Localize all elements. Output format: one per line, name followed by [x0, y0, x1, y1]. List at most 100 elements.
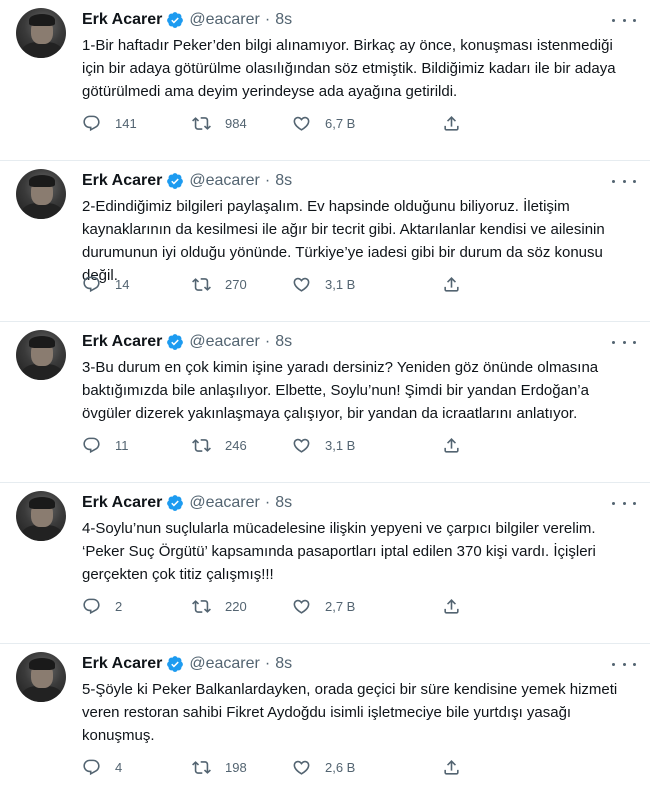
verified-badge-icon [166, 11, 184, 29]
like-button[interactable]: 2,6 B [292, 756, 355, 778]
share-icon [444, 759, 459, 775]
share-icon [444, 276, 459, 292]
reply-count: 14 [115, 276, 130, 292]
retweet-count: 198 [225, 759, 247, 775]
verified-badge-icon [166, 172, 184, 190]
verified-badge-icon [166, 655, 184, 673]
tweet-text: 5-Şöyle ki Peker Balkanlardayken, orada … [82, 681, 618, 744]
author-handle[interactable]: @eacarer [189, 654, 260, 674]
reply-icon [83, 759, 100, 775]
like-button[interactable]: 2,7 B [292, 595, 355, 617]
tweet-actions: 11 246 3,1 B [82, 434, 562, 456]
reply-count: 11 [115, 437, 129, 453]
tweet-text: 3-Bu durum en çok kimin işine yaradı der… [82, 359, 599, 422]
timestamp[interactable]: 8s [275, 10, 292, 30]
retweet-icon [192, 599, 211, 613]
reply-count: 4 [115, 759, 123, 775]
author-handle[interactable]: @eacarer [189, 332, 260, 352]
share-icon [444, 598, 459, 614]
like-button[interactable]: 3,1 B [292, 434, 355, 456]
avatar[interactable] [16, 8, 66, 58]
timestamp[interactable]: 8s [275, 171, 292, 191]
author-name[interactable]: Erk Acarer [82, 171, 162, 191]
tweet[interactable]: Erk Acarer @eacarer · 8s 4-Soylu’nun suç… [0, 483, 650, 644]
reply-count: 2 [115, 598, 123, 614]
separator-dot: · [264, 333, 271, 350]
reply-button[interactable]: 4 [82, 756, 122, 778]
retweet-button[interactable]: 270 [192, 273, 247, 295]
timestamp[interactable]: 8s [275, 493, 292, 513]
tweet-thread: Erk Acarer @eacarer · 8s 1-Bir haftadır … [0, 0, 650, 799]
verified-badge-icon [166, 494, 184, 512]
author-name[interactable]: Erk Acarer [82, 10, 162, 30]
author-name[interactable]: Erk Acarer [82, 654, 162, 674]
retweet-count: 220 [225, 598, 247, 614]
reply-button[interactable]: 2 [82, 595, 122, 617]
avatar[interactable] [16, 491, 66, 541]
retweet-count: 270 [225, 276, 247, 292]
share-button[interactable] [442, 112, 461, 134]
tweet[interactable]: Erk Acarer @eacarer · 8s 2-Edindiğimiz b… [0, 161, 650, 322]
tweet-actions: 2 220 2,7 B [82, 595, 562, 617]
author-handle[interactable]: @eacarer [189, 171, 260, 191]
tweet[interactable]: Erk Acarer @eacarer · 8s 1-Bir haftadır … [0, 0, 650, 161]
separator-dot: · [264, 172, 271, 189]
reply-button[interactable]: 14 [82, 273, 129, 295]
like-icon [293, 277, 310, 292]
tweet-actions: 4 198 2,6 B [82, 756, 562, 778]
separator-dot: · [264, 11, 271, 28]
share-button[interactable] [442, 434, 461, 456]
more-icon[interactable] [612, 12, 636, 28]
tweet-header: Erk Acarer @eacarer · 8s [82, 493, 292, 513]
author-handle[interactable]: @eacarer [189, 10, 260, 30]
author-name[interactable]: Erk Acarer [82, 332, 162, 352]
tweet[interactable]: Erk Acarer @eacarer · 8s 3-Bu durum en ç… [0, 322, 650, 483]
more-icon[interactable] [612, 173, 636, 189]
reply-icon [83, 115, 100, 131]
share-icon [444, 115, 459, 131]
author-handle[interactable]: @eacarer [189, 493, 260, 513]
like-icon [293, 116, 310, 131]
like-button[interactable]: 3,1 B [292, 273, 355, 295]
tweet-text: 4-Soylu’nun suçlularla mücadelesine iliş… [82, 520, 596, 583]
like-icon [293, 760, 310, 775]
reply-icon [83, 276, 100, 292]
more-icon[interactable] [612, 334, 636, 350]
separator-dot: · [264, 494, 271, 511]
reply-button[interactable]: 141 [82, 112, 137, 134]
like-button[interactable]: 6,7 B [292, 112, 355, 134]
retweet-button[interactable]: 220 [192, 595, 247, 617]
retweet-icon [192, 760, 211, 774]
reply-icon [83, 437, 100, 453]
reply-count: 141 [115, 115, 137, 131]
retweet-button[interactable]: 984 [192, 112, 247, 134]
reply-button[interactable]: 11 [82, 434, 129, 456]
share-button[interactable] [442, 756, 461, 778]
avatar[interactable] [16, 169, 66, 219]
timestamp[interactable]: 8s [275, 654, 292, 674]
tweet[interactable]: Erk Acarer @eacarer · 8s 5-Şöyle ki Peke… [0, 644, 650, 799]
timestamp[interactable]: 8s [275, 332, 292, 352]
reply-icon [83, 598, 100, 614]
like-icon [293, 438, 310, 453]
retweet-icon [192, 116, 211, 130]
verified-badge-icon [166, 333, 184, 351]
like-count: 3,1 B [325, 276, 356, 292]
avatar[interactable] [16, 330, 66, 380]
share-button[interactable] [442, 595, 461, 617]
more-icon[interactable] [612, 656, 636, 672]
more-icon[interactable] [612, 495, 636, 511]
tweet-header: Erk Acarer @eacarer · 8s [82, 171, 292, 191]
share-icon [444, 437, 459, 453]
avatar[interactable] [16, 652, 66, 702]
like-count: 2,6 B [325, 759, 356, 775]
like-count: 2,7 B [325, 598, 356, 614]
retweet-button[interactable]: 246 [192, 434, 247, 456]
like-icon [293, 599, 310, 614]
retweet-count: 984 [225, 115, 247, 131]
share-button[interactable] [442, 273, 461, 295]
retweet-icon [192, 438, 211, 452]
retweet-button[interactable]: 198 [192, 756, 247, 778]
separator-dot: · [264, 655, 271, 672]
author-name[interactable]: Erk Acarer [82, 493, 162, 513]
